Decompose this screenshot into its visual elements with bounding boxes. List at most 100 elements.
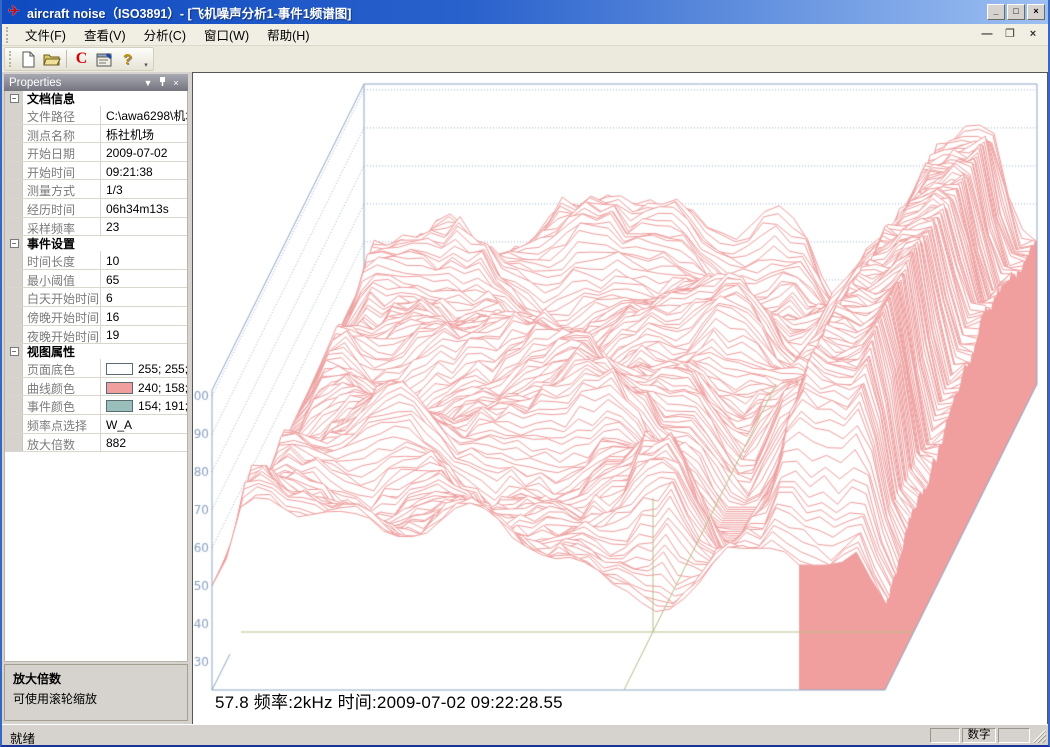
property-value[interactable]: 23 (101, 218, 187, 236)
property-value[interactable]: 255; 255; 255 (101, 359, 187, 377)
row-gutter (5, 396, 23, 414)
property-label: 时间长度 (23, 251, 101, 269)
property-row: 文件路径C:\awa6298\机场 (5, 106, 187, 125)
property-value[interactable]: 240; 158; 158 (101, 378, 187, 396)
new-document-button[interactable] (17, 48, 40, 70)
panel-close-icon[interactable]: × (169, 78, 183, 88)
waterfall-3d-chart[interactable] (193, 73, 1047, 727)
close-button[interactable]: × (1027, 4, 1045, 20)
maximize-button[interactable]: □ (1007, 4, 1025, 20)
row-gutter (5, 288, 23, 306)
property-value[interactable]: 6 (101, 288, 187, 306)
property-value[interactable]: 10 (101, 251, 187, 269)
property-value[interactable]: 栎社机场 (101, 125, 187, 143)
toolbar-band: C ? ▾ (4, 47, 154, 71)
row-gutter (5, 415, 23, 433)
mdi-close-button[interactable]: × (1026, 26, 1040, 42)
section-title: 视图属性 (23, 343, 75, 360)
section-title: 事件设置 (23, 235, 75, 252)
property-label: 曲线颜色 (23, 378, 101, 396)
toolbar-overflow-chevron[interactable]: ▾ (141, 61, 151, 69)
properties-panel-title: Properties (9, 77, 141, 89)
hint-title: 放大倍数 (13, 670, 179, 687)
section-gutter: − (5, 91, 23, 106)
property-value[interactable]: 1/3 (101, 180, 187, 198)
menubar: 文件(F) 查看(V) 分析(C) 窗口(W) 帮助(H) — ❐ × (2, 24, 1048, 46)
properties-button[interactable] (93, 48, 116, 70)
property-value[interactable]: 16 (101, 307, 187, 325)
prop-section-header[interactable]: −视图属性 (5, 344, 187, 359)
properties-panel-header[interactable]: Properties ▼ × (4, 74, 188, 91)
status-ready-text: 就绪 (10, 728, 35, 747)
property-label: 白天开始时间 (23, 288, 101, 306)
property-label: 测点名称 (23, 125, 101, 143)
toolbar-separator (66, 50, 67, 68)
property-row: 夜晚开始时间19 (5, 326, 187, 345)
mdi-restore-button[interactable]: ❐ (1003, 26, 1017, 42)
status-cell-2 (998, 728, 1030, 743)
help-icon: ? (123, 51, 132, 68)
property-row: 频率点选择W_A (5, 415, 187, 434)
open-folder-icon (43, 52, 61, 66)
property-label: 测量方式 (23, 180, 101, 198)
new-document-icon (21, 51, 36, 68)
color-swatch[interactable] (106, 363, 133, 375)
row-gutter (5, 326, 23, 344)
property-label: 频率点选择 (23, 415, 101, 433)
property-row: 经历时间06h34m13s (5, 199, 187, 218)
statusbar: 就绪 数字 (2, 724, 1048, 745)
collapse-icon[interactable]: − (10, 94, 19, 103)
property-label: 文件路径 (23, 106, 101, 124)
property-value[interactable]: 154; 191; 187 (101, 396, 187, 414)
property-label: 放大倍数 (23, 434, 101, 452)
collapse-icon[interactable]: − (10, 347, 19, 356)
property-label: 采样频率 (23, 218, 101, 236)
c-analysis-button[interactable]: C (70, 48, 93, 70)
property-label: 事件颜色 (23, 396, 101, 414)
help-button[interactable]: ? (116, 48, 139, 70)
property-value[interactable]: C:\awa6298\机场 (101, 106, 187, 124)
resize-grip[interactable] (1033, 730, 1046, 743)
property-row: 开始日期2009-07-02 (5, 143, 187, 162)
property-hint-box: 放大倍数 可使用滚轮缩放 (4, 664, 188, 721)
property-row: 测量方式1/3 (5, 180, 187, 199)
property-label: 夜晚开始时间 (23, 326, 101, 344)
property-value[interactable]: 65 (101, 270, 187, 288)
collapse-icon[interactable]: − (10, 239, 19, 248)
menu-file[interactable]: 文件(F) (16, 23, 75, 46)
panel-pin-icon[interactable] (155, 76, 169, 89)
property-row: 曲线颜色240; 158; 158 (5, 378, 187, 397)
menu-help[interactable]: 帮助(H) (258, 23, 318, 46)
prop-section-header[interactable]: −事件设置 (5, 236, 187, 251)
property-value[interactable]: 09:21:38 (101, 162, 187, 180)
menubar-grip[interactable] (6, 27, 11, 43)
cursor-readout: 57.8 频率:2kHz 时间:2009-07-02 09:22:28.55 (215, 688, 563, 713)
property-value[interactable]: 19 (101, 326, 187, 344)
window-title: aircraft noise（ISO3891）- [飞机噪声分析1-事件1频谱图… (27, 3, 985, 22)
row-gutter (5, 251, 23, 269)
color-swatch[interactable] (106, 400, 133, 412)
row-gutter (5, 162, 23, 180)
mdi-minimize-button[interactable]: — (980, 26, 994, 42)
menu-analysis[interactable]: 分析(C) (135, 23, 195, 46)
open-file-button[interactable] (40, 48, 63, 70)
property-value[interactable]: W_A (101, 415, 187, 433)
menu-window[interactable]: 窗口(W) (195, 23, 258, 46)
menu-view[interactable]: 查看(V) (75, 23, 135, 46)
color-swatch[interactable] (106, 382, 133, 394)
minimize-button[interactable]: _ (987, 4, 1005, 20)
hint-text: 可使用滚轮缩放 (13, 690, 179, 707)
toolbar-grip[interactable] (9, 51, 13, 67)
c-analysis-icon: C (76, 50, 88, 68)
property-value[interactable]: 882 (101, 434, 187, 452)
panel-dropdown-icon[interactable]: ▼ (141, 78, 155, 88)
toolbar: C ? ▾ (2, 46, 1048, 72)
status-cell-numlock: 数字 (962, 728, 996, 743)
prop-section-header[interactable]: −文档信息 (5, 91, 187, 106)
property-row: 页面底色255; 255; 255 (5, 359, 187, 378)
row-gutter (5, 143, 23, 161)
property-label: 最小阈值 (23, 270, 101, 288)
property-value[interactable]: 2009-07-02 (101, 143, 187, 161)
property-value[interactable]: 06h34m13s (101, 199, 187, 217)
section-gutter: − (5, 236, 23, 251)
